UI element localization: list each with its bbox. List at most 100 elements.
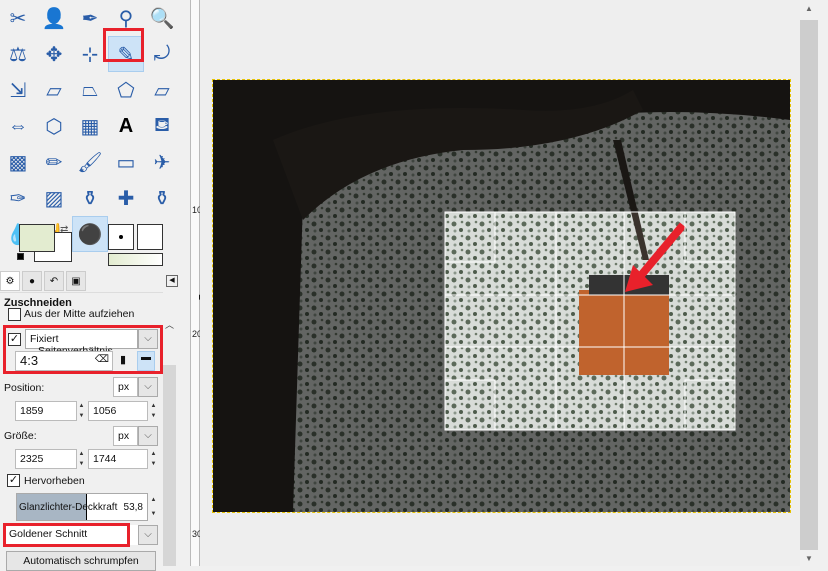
highlight-opacity-spinner[interactable]: ▲ ▼: [149, 493, 158, 521]
aspect-ratio-value: 4:3: [20, 353, 39, 368]
unified-transform-icon: ⬠: [117, 79, 135, 102]
tool-pencil[interactable]: ✏: [36, 144, 72, 180]
size-width-spinner[interactable]: ▲ ▼: [77, 449, 86, 469]
position-unit-select[interactable]: px: [113, 377, 138, 397]
clone-icon: ⚱: [81, 187, 99, 210]
zoom-icon: 🔍: [149, 7, 175, 30]
tool-paths[interactable]: ✒: [72, 0, 108, 36]
blend-icon: ▩: [8, 151, 28, 174]
scroll-up-icon[interactable]: ︿: [165, 318, 174, 331]
dodge-burn-icon: ⚫: [77, 223, 103, 246]
measure-icon: ⚖: [9, 43, 27, 66]
shear-icon: ▱: [46, 79, 62, 102]
expand-from-center-checkbox[interactable]: [8, 308, 21, 321]
default-colors-icon[interactable]: [17, 253, 24, 260]
tool-handle-transform[interactable]: ⏥: [144, 72, 180, 108]
tab-tool-options[interactable]: ⚙: [0, 271, 20, 291]
mypaint-brush-icon: ▨: [44, 187, 64, 210]
text-icon: A: [118, 114, 134, 137]
tool-ink[interactable]: ✑: [0, 180, 36, 216]
size-label: Größe:: [4, 430, 37, 442]
align-icon: ⊹: [81, 43, 99, 66]
tool-warp[interactable]: ▦: [72, 108, 108, 144]
landscape-icon[interactable]: ▬: [137, 351, 155, 371]
tool-dodge-burn[interactable]: ⚫: [72, 216, 108, 252]
position-x-spinner[interactable]: ▲ ▼: [77, 401, 86, 421]
foreground-select-icon: 👤: [41, 7, 67, 30]
color-picker-icon: ⚲: [118, 7, 134, 30]
pattern-preview[interactable]: [137, 224, 163, 250]
tool-text[interactable]: A: [108, 108, 144, 144]
position-y-input[interactable]: 1056: [88, 401, 148, 421]
tool-blend[interactable]: ▩: [0, 144, 36, 180]
highlight-checkbox[interactable]: ✓: [7, 474, 20, 487]
vertical-ruler[interactable]: 1000 2000 3000: [190, 0, 212, 566]
tool-free-select[interactable]: ✂: [0, 0, 36, 36]
canvas-scroll-thumb[interactable]: [800, 20, 818, 550]
tool-cage[interactable]: ⬡: [36, 108, 72, 144]
tool-airbrush[interactable]: ✈: [144, 144, 180, 180]
highlight-opacity-slider[interactable]: Glanzlichter-Deckkraft 53,8: [16, 493, 148, 521]
tool-shear[interactable]: ▱: [36, 72, 72, 108]
fixed-mode-dropdown[interactable]: ⌵: [138, 329, 158, 349]
aspect-ratio-input[interactable]: 4:3 ⌫: [15, 351, 113, 371]
cage-icon: ⬡: [45, 115, 63, 138]
portrait-icon[interactable]: ▮: [120, 353, 126, 366]
paintbrush-icon: 🖌: [77, 151, 103, 174]
tool-heal[interactable]: ✚: [108, 180, 144, 216]
highlight-opacity-label: Glanzlichter-Deckkraft: [19, 502, 118, 513]
options-scroll-thumb[interactable]: [163, 365, 176, 566]
tool-scale[interactable]: ⇲: [0, 72, 36, 108]
tool-color-picker[interactable]: ⚲: [108, 0, 144, 36]
fixed-checkbox[interactable]: ✓: [8, 333, 21, 346]
tab-device-status[interactable]: ●: [22, 271, 42, 291]
tool-perspective[interactable]: ⏢: [72, 72, 108, 108]
dock-tabs: ⚙ ● ↶ ▣: [0, 271, 86, 291]
size-unit-dropdown[interactable]: ⌵: [138, 426, 158, 446]
position-x-input[interactable]: 1859: [15, 401, 77, 421]
fixed-mode-select[interactable]: Fixiert Seitenverhältnis: [25, 329, 138, 357]
tool-rotate[interactable]: ⤾: [144, 36, 180, 72]
scroll-up-arrow-icon[interactable]: ▲: [805, 4, 813, 13]
tool-mypaint-brush[interactable]: ▨: [36, 180, 72, 216]
highlight-label: Hervorheben: [24, 475, 85, 487]
tool-perspective-clone[interactable]: ⚱: [144, 180, 180, 216]
foreground-color[interactable]: [19, 224, 55, 252]
tool-eraser[interactable]: ▭: [108, 144, 144, 180]
free-select-icon: ✂: [9, 7, 27, 30]
tool-move[interactable]: ✥: [36, 36, 72, 72]
size-height-spinner[interactable]: ▲ ▼: [149, 449, 158, 469]
tool-foreground-select[interactable]: 👤: [36, 0, 72, 36]
tool-paintbrush[interactable]: 🖌: [72, 144, 108, 180]
tool-unified-transform[interactable]: ⬠: [108, 72, 144, 108]
tool-measure[interactable]: ⚖: [0, 36, 36, 72]
tab-images[interactable]: ▣: [66, 271, 86, 291]
image[interactable]: [212, 79, 791, 513]
position-label: Position:: [4, 382, 45, 394]
tool-crop[interactable]: ✎: [108, 36, 144, 72]
scroll-down-arrow-icon[interactable]: ▼: [805, 554, 813, 563]
guides-select[interactable]: Goldener Schnitt: [5, 525, 138, 545]
tool-zoom[interactable]: 🔍: [144, 0, 180, 36]
guides-dropdown[interactable]: ⌵: [138, 525, 158, 545]
auto-shrink-button[interactable]: Automatisch schrumpfen: [6, 551, 156, 571]
size-unit-select[interactable]: px: [113, 426, 138, 446]
clear-icon[interactable]: ⌫: [95, 354, 109, 365]
dock-menu-icon[interactable]: ◀: [166, 275, 178, 287]
brush-preview[interactable]: [108, 224, 134, 250]
size-height-input[interactable]: 1744: [88, 449, 148, 469]
tool-clone[interactable]: ⚱: [72, 180, 108, 216]
photo-snow-tree: [213, 80, 790, 512]
tool-flip[interactable]: ⇔: [0, 108, 36, 144]
eraser-icon: ▭: [116, 151, 136, 174]
tool-bucket-fill[interactable]: ⛾: [144, 108, 180, 144]
swap-colors-icon[interactable]: ⇄: [60, 224, 68, 235]
size-width-input[interactable]: 2325: [15, 449, 77, 469]
position-unit-dropdown[interactable]: ⌵: [138, 377, 158, 397]
tab-undo-history[interactable]: ↶: [44, 271, 64, 291]
ruler-mark: 1000: [192, 206, 212, 215]
tool-align[interactable]: ⊹: [72, 36, 108, 72]
position-y-spinner[interactable]: ▲ ▼: [149, 401, 158, 421]
heal-icon: ✚: [117, 187, 135, 210]
gradient-preview[interactable]: [108, 253, 163, 266]
